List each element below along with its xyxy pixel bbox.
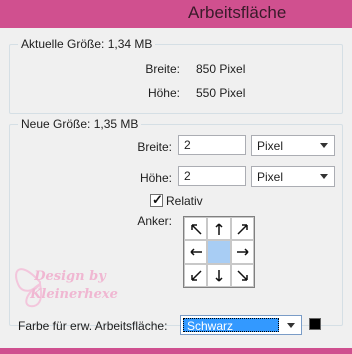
extension-color-value: Schwarz [183,318,279,333]
current-height-label: Höhe: [147,86,180,100]
arrow-down-icon [215,269,223,282]
watermark-logo: Design by Kleinerhexe [10,250,120,315]
anchor-top-right[interactable] [230,217,254,241]
current-size-legend: Aktuelle Größe: 1,34 MB [18,37,156,51]
anchor-top-left[interactable] [184,217,208,241]
anchor-top[interactable] [207,217,231,241]
butterfly-icon: Design by Kleinerhexe [15,268,118,308]
chevron-down-icon [287,323,295,328]
anchor-bottom-right[interactable] [230,263,254,287]
canvas-size-dialog: Arbeitsfläche Aktuelle Größe: 1,34 MB Br… [0,0,352,354]
extension-color-label: Farbe für erw. Arbeitsfläche: [18,319,168,333]
current-height-value: 550 Pixel [196,86,246,100]
anchor-center[interactable] [207,240,231,264]
arrow-up-right-icon [237,224,248,235]
anchor-label: Anker: [137,214,172,228]
arrow-up-icon [215,223,223,235]
chevron-down-icon [320,143,328,148]
new-width-label: Breite: [137,140,172,154]
anchor-bottom-left[interactable] [184,263,208,287]
new-width-unit-select[interactable]: Pixel [251,135,335,156]
dialog-body: Aktuelle Größe: 1,34 MB Breite: 850 Pixe… [0,28,352,348]
new-width-input[interactable]: 2 [178,135,246,155]
arrow-left-icon [190,248,202,256]
arrow-right-icon [236,248,249,256]
color-swatch[interactable] [309,318,321,330]
new-height-unit-select[interactable]: Pixel [251,166,335,187]
extension-color-select[interactable]: Schwarz [180,315,302,335]
current-size-group: Aktuelle Größe: 1,34 MB Breite: 850 Pixe… [9,37,343,114]
new-height-input[interactable]: 2 [178,166,246,186]
current-width-label: Breite: [145,62,180,76]
anchor-bottom[interactable] [207,263,231,287]
window-title: Arbeitsfläche [188,3,287,22]
anchor-grid [183,216,255,288]
arrow-down-right-icon [237,270,248,281]
svg-text:Kleinerhexe: Kleinerhexe [29,287,118,302]
new-width-unit-value: Pixel [257,139,284,153]
relative-checkbox[interactable]: ✓ [150,192,163,207]
new-height-label: Höhe: [139,171,172,185]
relative-label[interactable]: Relativ [166,194,203,208]
arrow-down-left-icon [191,270,202,281]
new-size-legend: Neue Größe: 1,35 MB [18,117,142,131]
window-border [0,348,352,354]
current-width-value: 850 Pixel [196,62,246,76]
title-bar[interactable]: Arbeitsfläche [0,0,352,28]
new-height-unit-value: Pixel [257,170,284,184]
arrow-up-left-icon [191,224,202,235]
checkmark-icon: ✓ [152,192,163,207]
chevron-down-icon [320,174,328,179]
svg-text:Design by: Design by [33,269,107,284]
anchor-right[interactable] [230,240,254,264]
anchor-left[interactable] [184,240,208,264]
